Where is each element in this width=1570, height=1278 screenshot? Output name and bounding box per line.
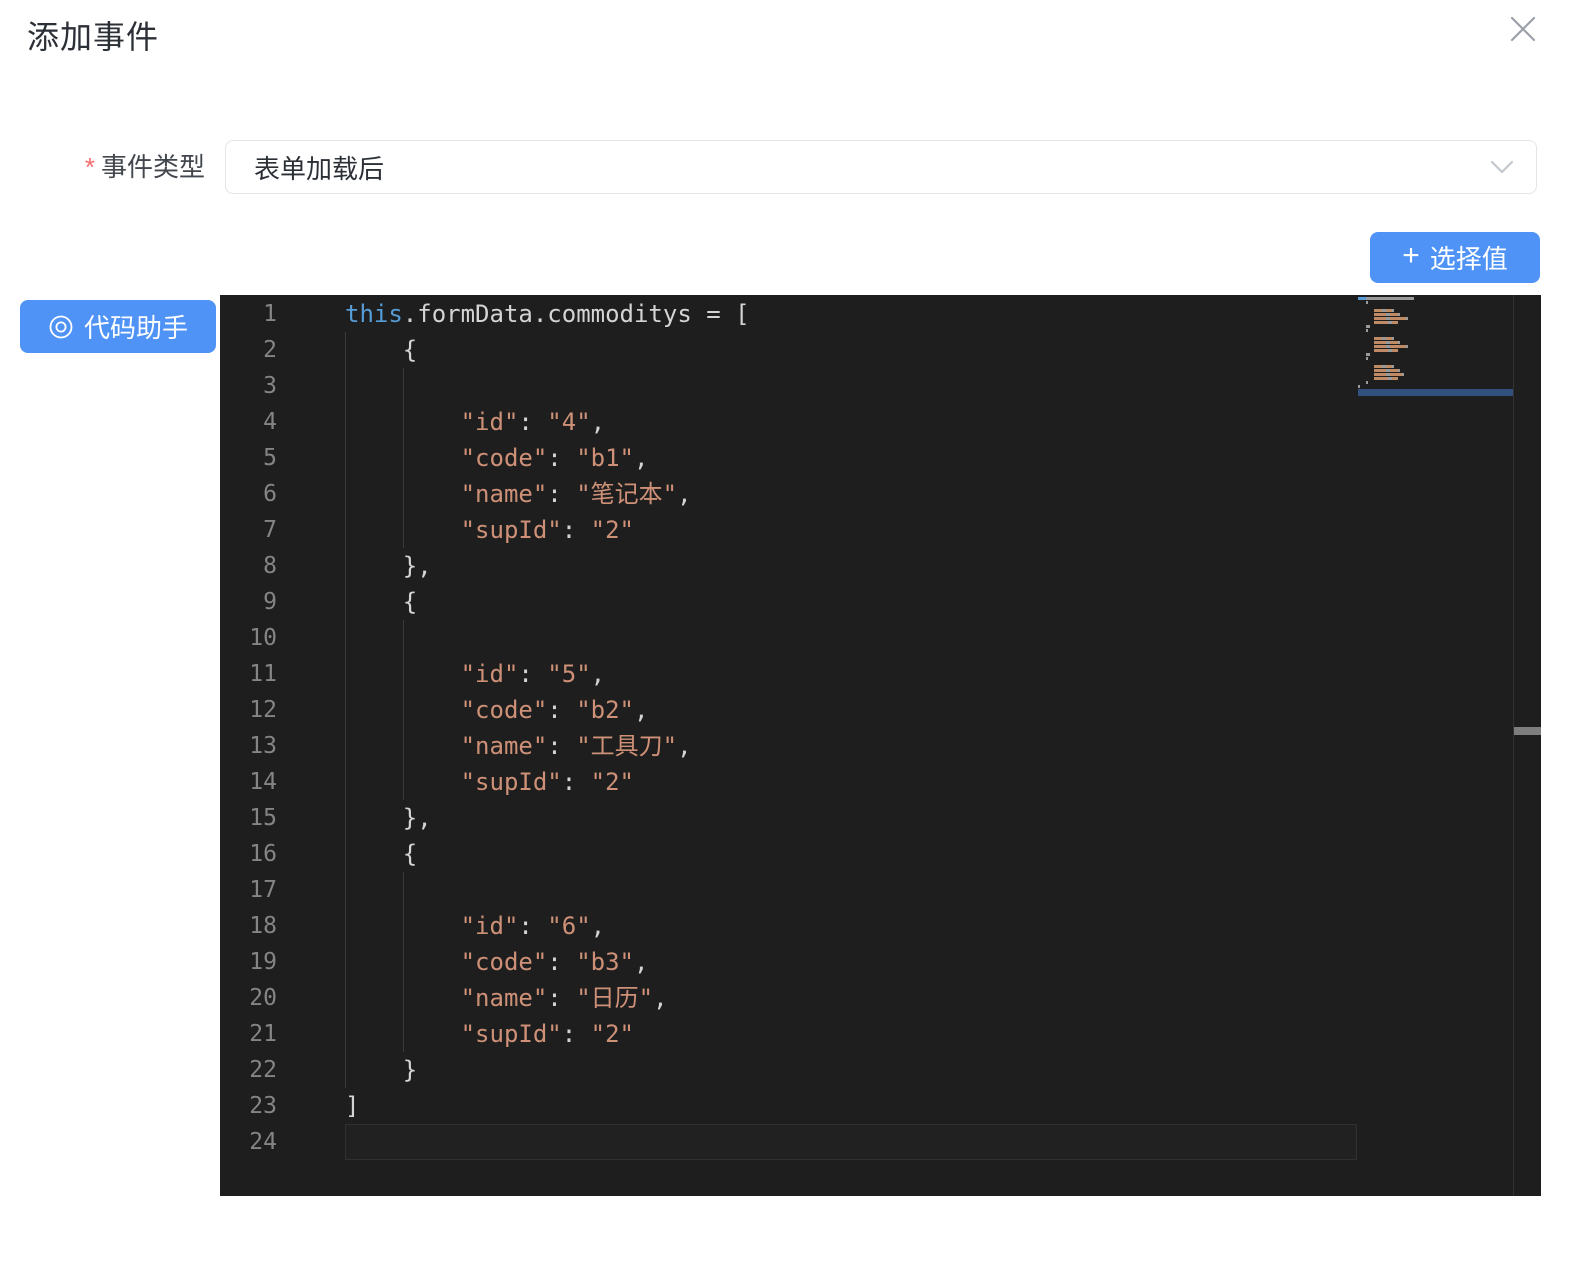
code-line: 4 "id": "4", bbox=[220, 404, 1541, 440]
line-number: 16 bbox=[249, 841, 277, 867]
event-type-select[interactable]: 表单加载后 bbox=[225, 140, 1537, 194]
code-line: 19 "code": "b3", bbox=[220, 944, 1541, 980]
required-asterisk: * bbox=[84, 152, 95, 182]
code-line: 5 "code": "b1", bbox=[220, 440, 1541, 476]
code-line: 8 }, bbox=[220, 548, 1541, 584]
minimap[interactable] bbox=[1358, 297, 1513, 393]
event-type-label-text: 事件类型 bbox=[100, 152, 205, 182]
line-number: 4 bbox=[263, 409, 277, 435]
minimap-current-line-marker bbox=[1358, 389, 1513, 396]
code-line: 23] bbox=[220, 1088, 1541, 1124]
code-line: 18 "id": "6", bbox=[220, 908, 1541, 944]
code-line: 14 "supId": "2" bbox=[220, 764, 1541, 800]
code-line: 16 { bbox=[220, 836, 1541, 872]
code-assistant-button-label: 代码助手 bbox=[83, 313, 188, 343]
code-line: 15 }, bbox=[220, 800, 1541, 836]
current-line-highlight bbox=[345, 1124, 1357, 1160]
line-number: 19 bbox=[249, 949, 277, 975]
select-value-button-label: 选择值 bbox=[1429, 244, 1508, 274]
code-line: 17 bbox=[220, 872, 1541, 908]
code-line: 21 "supId": "2" bbox=[220, 1016, 1541, 1052]
line-number: 11 bbox=[249, 661, 277, 687]
line-number: 22 bbox=[249, 1057, 277, 1083]
event-type-select-value: 表单加载后 bbox=[254, 153, 385, 184]
code-line: 24 bbox=[220, 1124, 1541, 1160]
code-line: 6 "name": "笔记本", bbox=[220, 476, 1541, 512]
line-number: 24 bbox=[249, 1129, 277, 1155]
close-button[interactable] bbox=[1504, 10, 1542, 48]
line-number: 18 bbox=[249, 913, 277, 939]
code-line: 1 this.formData.commoditys = [ bbox=[220, 296, 1541, 332]
line-number: 21 bbox=[249, 1021, 277, 1047]
code-line: 11 "id": "5", bbox=[220, 656, 1541, 692]
code-editor[interactable]: 1 this.formData.commoditys = [2 { 3 4 "id":… bbox=[220, 295, 1541, 1196]
code-line: 7 "supId": "2" bbox=[220, 512, 1541, 548]
code-line: 3 bbox=[220, 368, 1541, 404]
line-number: 3 bbox=[263, 373, 277, 399]
assistant-rings-icon bbox=[48, 314, 74, 340]
close-icon bbox=[1509, 15, 1537, 43]
chevron-down-icon bbox=[1490, 160, 1514, 174]
line-number: 10 bbox=[249, 625, 277, 651]
line-number: 9 bbox=[263, 589, 277, 615]
scrollbar-thumb[interactable] bbox=[1514, 727, 1541, 735]
line-number: 8 bbox=[263, 553, 277, 579]
line-number: 7 bbox=[263, 517, 277, 543]
scrollbar-divider bbox=[1513, 295, 1514, 1196]
line-number: 20 bbox=[249, 985, 277, 1011]
line-number: 17 bbox=[249, 877, 277, 903]
line-number: 1 bbox=[263, 301, 277, 327]
code-line: 13 "name": "工具刀", bbox=[220, 728, 1541, 764]
code-line: 20 "name": "日历", bbox=[220, 980, 1541, 1016]
line-number: 14 bbox=[249, 769, 277, 795]
dialog-title: 添加事件 bbox=[27, 19, 160, 55]
line-number: 2 bbox=[263, 337, 277, 363]
line-number: 5 bbox=[263, 445, 277, 471]
plus-icon: + bbox=[1402, 239, 1420, 272]
code-assistant-button[interactable]: 代码助手 bbox=[20, 300, 216, 353]
line-number: 12 bbox=[249, 697, 277, 723]
editor-lines: 1 this.formData.commoditys = [2 { 3 4 "id":… bbox=[220, 296, 1541, 1160]
select-value-button[interactable]: + 选择值 bbox=[1370, 232, 1540, 283]
line-number: 23 bbox=[249, 1093, 277, 1119]
code-line: 10 bbox=[220, 620, 1541, 656]
line-number: 6 bbox=[263, 481, 277, 507]
line-number: 13 bbox=[249, 733, 277, 759]
code-line: 22 } bbox=[220, 1052, 1541, 1088]
line-number: 15 bbox=[249, 805, 277, 831]
event-type-label: * 事件类型 bbox=[0, 140, 205, 194]
code-line: 12 "code": "b2", bbox=[220, 692, 1541, 728]
code-line: 9 { bbox=[220, 584, 1541, 620]
code-line: 2 { bbox=[220, 332, 1541, 368]
